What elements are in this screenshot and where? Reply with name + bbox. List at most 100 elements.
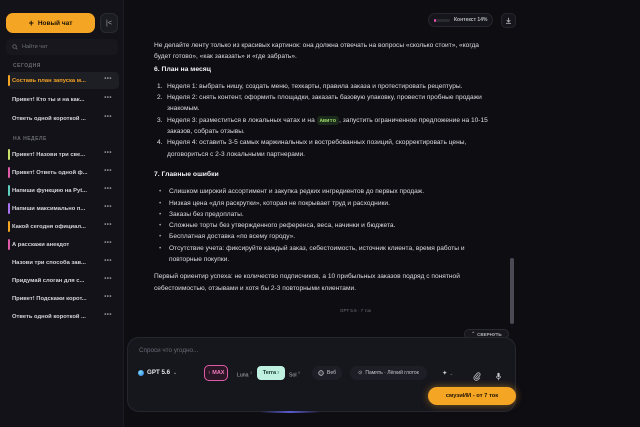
search-icon — [12, 44, 18, 50]
chat-title: Придумай слоган для с... — [12, 277, 85, 284]
web-search-toggle[interactable]: Веб — [312, 366, 342, 380]
chat-list-item[interactable]: Напиши максимально п... ••• — [8, 200, 119, 217]
more-options-icon[interactable]: ••• — [104, 204, 112, 210]
more-options-icon[interactable]: ••• — [104, 95, 112, 101]
message-input[interactable]: Спроси что угодно... — [139, 347, 198, 354]
plan-item: 2. Неделя 2: снять контент, оформить площ… — [157, 94, 482, 113]
message-intro: Не делайте ленту только из красивых карт… — [154, 42, 479, 61]
plan-list: 1. Неделя 1: выбрать нишу, создать меню, … — [154, 81, 494, 160]
chat-title: Назови три способа зав... — [12, 259, 86, 266]
more-options-icon[interactable]: ••• — [104, 168, 112, 174]
more-options-icon[interactable]: ••• — [104, 76, 112, 82]
plus-icon: + — [28, 17, 34, 28]
context-indicator[interactable]: Контекст 14% — [428, 13, 493, 27]
chat-list-item[interactable]: Назови три способа зав... ••• — [8, 254, 119, 271]
chat-list-item[interactable]: Привет! Кто ты и на как... ••• — [8, 91, 119, 108]
chat-title: Какой сегодня официал... — [12, 223, 86, 230]
more-options-icon[interactable]: ••• — [104, 276, 112, 282]
sparkle-icon: ✦ — [442, 370, 448, 377]
promo-button[interactable]: смузиИИ - от 7 ток — [428, 387, 516, 405]
chat-list-item[interactable]: Ответь одной короткой ... ••• — [8, 110, 119, 127]
avito-badge: Авито — [316, 115, 340, 125]
bottom-glow — [260, 411, 320, 413]
download-button[interactable] — [501, 13, 516, 28]
section-plan-title: 6. План на месяц — [154, 65, 211, 73]
chat-title: Ответь одной короткой ... — [12, 115, 86, 122]
memory-icon: ⊙ — [358, 370, 363, 376]
section-mistakes-title: 7. Главные ошибки — [154, 170, 219, 178]
chat-list-item[interactable]: Составь план запуска м... ••• — [8, 72, 119, 89]
chat-title: Ответь одной короткой ... — [12, 313, 86, 320]
max-mode-button[interactable]: ♀ MAX — [204, 365, 228, 381]
chevron-down-icon: ⌄ — [449, 371, 454, 376]
chat-list-item[interactable]: Ответь одной короткой ... ••• — [8, 308, 119, 325]
more-options-icon[interactable]: ••• — [104, 312, 112, 318]
chat-search-input[interactable]: Найти чат — [6, 39, 118, 55]
section-today-label: СЕГОДНЯ — [13, 63, 41, 69]
chat-title: Привет! Назови три све... — [12, 151, 86, 158]
collapse-label: СВЕРНУТЬ — [477, 331, 502, 337]
chat-list-item[interactable]: Напиши функцию на Pyt... ••• — [8, 182, 119, 199]
message-meta: GPT 5.5 · 7 ток — [340, 308, 371, 313]
chat-list-item[interactable]: Придумай слоган для с... ••• — [8, 272, 119, 289]
chat-list-item[interactable]: Какой сегодня официал... ••• — [8, 218, 119, 235]
chat-list-item[interactable]: А расскажи анекдот ••• — [8, 236, 119, 253]
option-terra[interactable]: Terra 7 — [257, 366, 285, 380]
plan-item: 3. Неделя 3: разместиться в локальных чат… — [157, 115, 488, 136]
sidebar: + Новый чат |< Найти чат СЕГОДНЯ НА НЕДЕ… — [0, 0, 124, 427]
chat-color-marker — [8, 185, 10, 196]
microphone-icon — [495, 372, 502, 381]
more-options-icon[interactable]: ••• — [104, 294, 112, 300]
plan-item: 1. Неделя 1: выбрать нишу, создать меню, … — [157, 82, 463, 90]
collapse-sidebar-button[interactable]: |< — [100, 13, 118, 33]
new-chat-label: Новый чат — [37, 19, 73, 27]
mistake-item: Бесплатная доставка «по всему городу». — [159, 231, 494, 243]
model-selector[interactable]: GPT 5.6 ⌄ — [138, 369, 177, 376]
section-week-label: НА НЕДЕЛЕ — [13, 136, 47, 142]
chat-list-item[interactable]: Привет! Назови три све... ••• — [8, 146, 119, 163]
chat-title: Составь план запуска м... — [12, 77, 86, 84]
plan-item: 4. Неделя 4: оставить 3-5 самых маржиналь… — [157, 139, 467, 158]
globe-icon — [318, 370, 324, 376]
sparkle-menu-button[interactable]: ✦ ⌄ — [442, 369, 453, 377]
assistant-message: Не делайте ленту только из красивых карт… — [154, 40, 494, 294]
context-progress-bar — [434, 18, 450, 22]
lightbulb-icon: ♀ — [207, 370, 212, 376]
chat-color-marker — [8, 221, 10, 232]
paperclip-icon — [473, 372, 481, 381]
scrollbar-thumb[interactable] — [510, 258, 514, 324]
context-label: Контекст 14% — [454, 17, 488, 23]
chat-title: Привет! Ответь одной ф... — [12, 169, 88, 176]
more-options-icon[interactable]: ••• — [104, 150, 112, 156]
chat-title: Привет! Подскажи корот... — [12, 295, 87, 302]
option-luna[interactable]: Luna 3 — [237, 371, 252, 379]
more-options-icon[interactable]: ••• — [104, 258, 112, 264]
option-sol[interactable]: Sol 9 — [289, 371, 300, 379]
mistakes-list: Слишком широкий ассортимент и закупка ре… — [154, 186, 494, 265]
collapse-sidebar-icon: |< — [106, 19, 112, 27]
model-name: GPT 5.6 — [147, 369, 171, 376]
chat-title: А расскажи анекдот — [12, 241, 70, 248]
more-options-icon[interactable]: ••• — [104, 240, 112, 246]
message-closing: Первый ориентир успеха: не количество по… — [154, 273, 460, 292]
more-options-icon[interactable]: ••• — [104, 222, 112, 228]
chevron-down-icon: ⌄ — [173, 369, 178, 376]
chat-title: Напиши максимально п... — [12, 205, 86, 212]
more-options-icon[interactable]: ••• — [104, 114, 112, 120]
chat-title: Напиши функцию на Pyt... — [12, 187, 87, 194]
chat-color-marker — [8, 75, 10, 86]
download-icon — [506, 17, 511, 24]
mistake-item: Заказы без предоплаты. — [159, 209, 494, 221]
mistake-item: Отсутствие учета: фиксируйте каждый зака… — [159, 243, 494, 266]
memory-toggle[interactable]: ⊙ Память · Лёгкий глоток — [350, 366, 427, 380]
chat-color-marker — [8, 239, 10, 250]
more-options-icon[interactable]: ••• — [104, 186, 112, 192]
mistake-item: Слишком широкий ассортимент и закупка ре… — [159, 186, 494, 198]
model-logo-icon — [138, 369, 144, 376]
microphone-button[interactable] — [495, 368, 502, 386]
chat-list-item[interactable]: Привет! Ответь одной ф... ••• — [8, 164, 119, 181]
attach-button[interactable] — [473, 368, 481, 386]
new-chat-button[interactable]: + Новый чат — [6, 13, 95, 33]
chat-list-item[interactable]: Привет! Подскажи корот... ••• — [8, 290, 119, 307]
chat-color-marker — [8, 149, 10, 160]
